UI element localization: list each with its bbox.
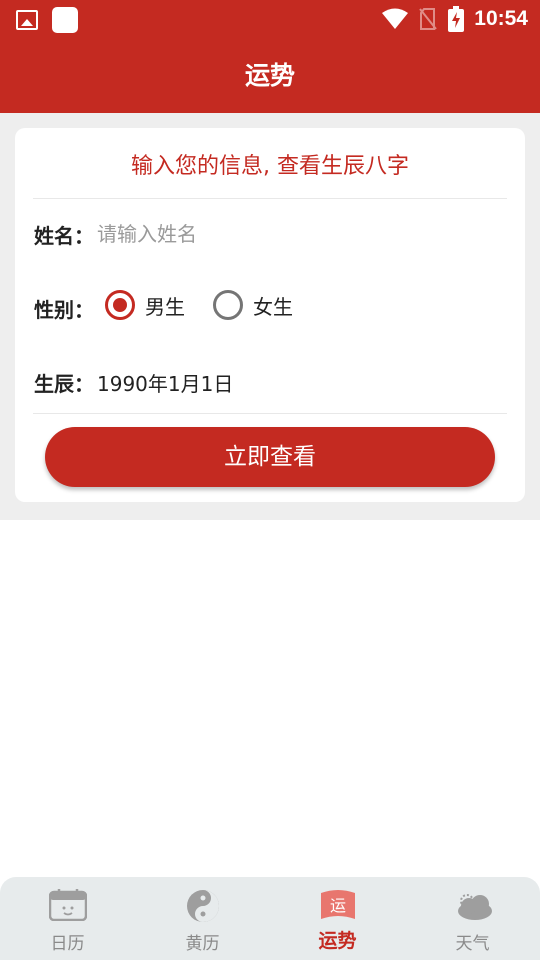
tab-weather-label: 天气	[455, 934, 490, 954]
female-radio[interactable]	[213, 290, 243, 320]
weather-cloud-icon	[457, 894, 492, 920]
birth-divider	[33, 413, 507, 414]
tab-almanac[interactable]: 黄历	[135, 877, 270, 960]
battery-charging-icon	[448, 6, 465, 32]
gender-label: 性别：	[34, 298, 94, 322]
no-sim-icon	[419, 8, 438, 30]
gender-option-male[interactable]: 男生	[105, 290, 185, 320]
fortune-form-card: 输入您的信息, 查看生辰八字 姓名： 性别： 男生 女生 生辰： 1990年1月…	[15, 128, 525, 502]
birth-date-picker[interactable]: 1990年1月1日	[97, 368, 233, 397]
heading-divider	[33, 198, 507, 199]
tab-calendar-label: 日历	[50, 934, 85, 954]
fortune-flag-icon: 运	[320, 890, 355, 919]
app-notification-icon	[52, 7, 78, 33]
gender-option-female[interactable]: 女生	[213, 290, 293, 320]
status-time: 10:54	[474, 7, 528, 30]
tab-fortune-label: 运势	[318, 930, 357, 952]
status-indicators: 10:54	[382, 6, 528, 32]
name-label: 姓名：	[34, 224, 94, 248]
name-input[interactable]	[97, 220, 477, 248]
page-title: 运势	[244, 61, 295, 90]
male-radio[interactable]	[105, 290, 135, 320]
status-bar: 10:54	[0, 0, 540, 38]
calendar-icon	[48, 889, 87, 921]
birth-label: 生辰：	[34, 372, 94, 396]
form-heading: 输入您的信息, 查看生辰八字	[131, 154, 409, 179]
yin-yang-icon	[186, 890, 219, 922]
tab-fortune[interactable]: 运 运势	[270, 877, 405, 960]
tab-almanac-label: 黄历	[185, 934, 220, 954]
tab-calendar[interactable]: 日历	[0, 877, 135, 960]
bottom-tab-bar: 日历 黄历 运 运势 天气	[0, 877, 540, 960]
app-bar: 运势	[0, 38, 540, 113]
tab-weather[interactable]: 天气	[405, 877, 540, 960]
status-notifications	[16, 7, 78, 33]
fortune-flag-text: 运	[329, 896, 345, 915]
wifi-icon	[382, 8, 409, 29]
gallery-notification-icon	[16, 10, 38, 30]
male-label: 男生	[145, 294, 185, 319]
view-now-button[interactable]: 立即查看	[45, 427, 495, 487]
female-label: 女生	[253, 294, 293, 319]
